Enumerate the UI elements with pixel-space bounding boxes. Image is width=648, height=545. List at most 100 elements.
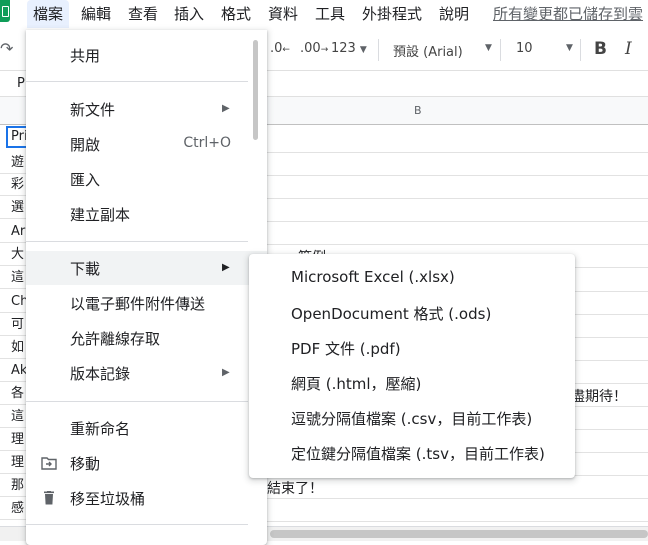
menu-divider — [26, 401, 248, 402]
row-cell[interactable]: 各 — [0, 384, 28, 405]
number-format-label: 123 — [331, 41, 356, 56]
toolbar-divider — [500, 39, 501, 61]
menu-item-open[interactable]: 開啟 Ctrl+O — [26, 127, 267, 161]
menu-edit[interactable]: 編輯 — [75, 0, 117, 28]
scrollbar-thumb[interactable] — [270, 530, 648, 538]
menu-item-move[interactable]: 移動 — [26, 446, 267, 480]
row-cell[interactable]: 這 — [0, 268, 28, 289]
folder-move-icon — [41, 457, 57, 470]
menu-item-label: PDF 文件 (.pdf) — [291, 340, 401, 358]
font-size-label: 10 — [516, 41, 533, 56]
menu-item-label: OpenDocument 格式 (.ods) — [291, 305, 492, 323]
row-cell[interactable]: 這 — [0, 407, 28, 428]
row-cell[interactable]: 感 — [0, 499, 28, 520]
download-submenu: Microsoft Excel (.xlsx) OpenDocument 格式 … — [249, 254, 575, 478]
menu-item-label: 以電子郵件附件傳送 — [70, 295, 206, 313]
download-xlsx[interactable]: Microsoft Excel (.xlsx) — [249, 260, 575, 294]
row-cell[interactable]: Ch — [0, 292, 28, 313]
menu-bar: 檔案 編輯 查看 插入 格式 資料 工具 外掛程式 說明 所有變更都已儲存到雲 — [0, 0, 648, 30]
menu-item-label: 網頁 (.html，壓縮) — [291, 375, 422, 393]
download-csv[interactable]: 逗號分隔值檔案 (.csv，目前工作表) — [249, 400, 575, 434]
menu-help[interactable]: 說明 — [433, 0, 475, 28]
menu-item-label: 移至垃圾桶 — [70, 490, 146, 508]
number-format-dropdown[interactable]: 123 ▼ — [331, 41, 367, 56]
menu-item-email-attachment[interactable]: 以電子郵件附件傳送 — [26, 286, 267, 320]
menu-item-label: Microsoft Excel (.xlsx) — [291, 268, 455, 286]
menu-divider — [26, 241, 248, 242]
menu-item-label: 允許離線存取 — [70, 330, 161, 348]
menu-item-label: 建立副本 — [70, 206, 131, 224]
menu-scrollbar[interactable] — [253, 40, 258, 140]
font-size-dropdown[interactable]: 10 ▼ — [516, 41, 573, 56]
decrease-decimal-button[interactable]: .0← — [270, 41, 290, 56]
download-html[interactable]: 網頁 (.html，壓縮) — [249, 365, 575, 399]
menu-item-label: 逗號分隔值檔案 (.csv，目前工作表) — [291, 410, 533, 428]
trash-icon — [44, 491, 54, 505]
submenu-arrow-icon: ▶ — [222, 262, 230, 273]
menu-divider — [26, 524, 248, 525]
submenu-arrow-icon: ▶ — [222, 103, 230, 114]
font-family-dropdown[interactable]: 預設 (Arial) ▼ — [393, 41, 492, 60]
menu-addons[interactable]: 外掛程式 — [356, 0, 428, 28]
menu-item-label: 共用 — [70, 47, 101, 65]
italic-button[interactable]: I — [625, 39, 632, 59]
shortcut-label: Ctrl+O — [183, 135, 231, 151]
chevron-down-icon: ▼ — [359, 45, 367, 55]
name-box[interactable]: P — [17, 76, 25, 91]
menu-divider — [26, 81, 248, 82]
menu-item-trash[interactable]: 移至垃圾桶 — [26, 481, 267, 515]
row-cell[interactable]: 彩 — [0, 175, 28, 196]
sheets-logo-icon[interactable] — [0, 0, 10, 22]
download-tsv[interactable]: 定位鍵分隔值檔案 (.tsv，目前工作表) — [249, 435, 575, 469]
menu-item-label: 移動 — [70, 455, 101, 473]
menu-item-share[interactable]: 共用 — [26, 38, 267, 72]
save-status-link[interactable]: 所有變更都已儲存到雲 — [493, 0, 643, 28]
menu-item-version-history[interactable]: 版本記錄 ▶ — [26, 356, 267, 390]
chevron-down-icon: ▼ — [566, 43, 573, 53]
redo-icon[interactable]: ↷ — [0, 39, 13, 58]
file-menu: 共用 新文件 ▶ 開啟 Ctrl+O 匯入 建立副本 下載 ▶ 以電子郵件附件傳… — [26, 30, 267, 545]
menu-file[interactable]: 檔案 — [27, 0, 70, 28]
menu-item-import[interactable]: 匯入 — [26, 162, 267, 196]
decrease-decimal-label: .0 — [270, 41, 283, 56]
row-cell[interactable]: 如 — [0, 338, 28, 359]
cell-text-fragment: 結束了！ — [267, 481, 323, 497]
menu-tools[interactable]: 工具 — [309, 0, 351, 28]
menu-data[interactable]: 資料 — [262, 0, 304, 28]
row-cell[interactable]: 可 — [0, 315, 28, 336]
menu-item-make-copy[interactable]: 建立副本 — [26, 197, 267, 231]
row-cell[interactable]: 遊 — [0, 153, 28, 174]
chevron-down-icon: ▼ — [485, 43, 492, 53]
row-cell[interactable]: Ar — [0, 222, 28, 243]
menu-item-download[interactable]: 下載 ▶ — [26, 251, 267, 285]
row-cell[interactable]: 選 — [0, 198, 28, 219]
row-cell[interactable]: 理 — [0, 453, 28, 474]
download-pdf[interactable]: PDF 文件 (.pdf) — [249, 330, 575, 364]
increase-decimal-label: .00 — [300, 41, 321, 56]
menu-item-label: 新文件 — [70, 101, 116, 119]
arrow-right-icon: → — [320, 45, 329, 55]
column-b-header[interactable]: B — [414, 104, 422, 117]
menu-item-offline[interactable]: 允許離線存取 — [26, 321, 267, 355]
menu-format[interactable]: 格式 — [215, 0, 257, 28]
menu-insert[interactable]: 插入 — [168, 0, 210, 28]
increase-decimal-button[interactable]: .00→ — [300, 41, 328, 56]
row-cell[interactable]: 那 — [0, 476, 28, 497]
menu-item-label: 定位鍵分隔值檔案 (.tsv，目前工作表) — [291, 445, 545, 463]
menu-item-label: 開啟 — [70, 136, 101, 154]
toolbar-divider — [580, 39, 581, 61]
menu-item-label: 匯入 — [70, 171, 101, 189]
row-cell[interactable]: 大 — [0, 245, 28, 266]
menu-item-new[interactable]: 新文件 ▶ — [26, 92, 267, 126]
menu-item-rename[interactable]: 重新命名 — [26, 411, 267, 445]
font-family-label: 預設 (Arial) — [393, 45, 463, 60]
toolbar-divider — [378, 39, 379, 61]
row-cell[interactable]: Ak — [0, 361, 28, 382]
download-ods[interactable]: OpenDocument 格式 (.ods) — [249, 295, 575, 329]
bold-button[interactable]: B — [594, 39, 607, 59]
menu-item-label: 重新命名 — [70, 420, 131, 438]
submenu-arrow-icon: ▶ — [222, 367, 230, 378]
row-cell[interactable]: 理 — [0, 430, 28, 451]
arrow-left-icon: ← — [282, 45, 290, 55]
menu-view[interactable]: 查看 — [122, 0, 164, 28]
